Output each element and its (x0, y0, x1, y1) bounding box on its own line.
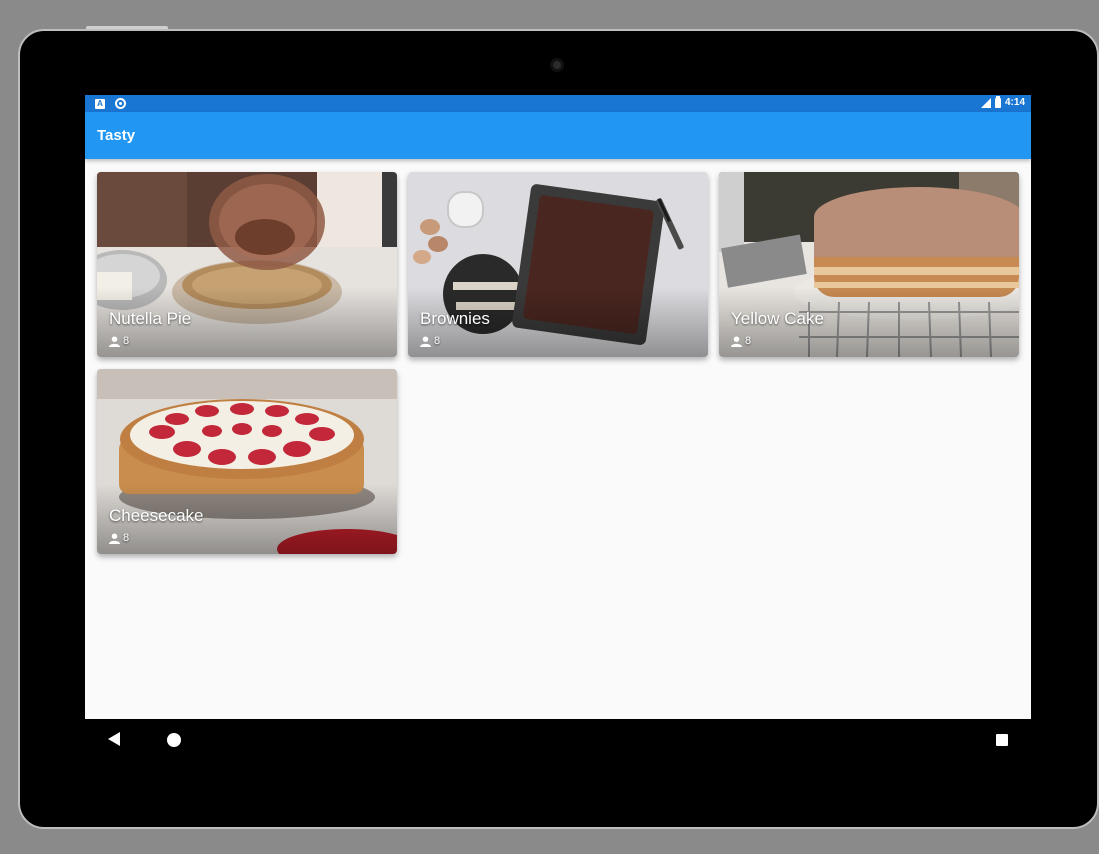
servings-count: 8 (434, 335, 441, 347)
device-screen: A 4:14 Tasty Nutella Pie 8 Brownies 8 Ye… (85, 95, 1031, 719)
recipe-title: Yellow Cake (731, 309, 824, 328)
person-icon (731, 335, 742, 347)
circle-icon (115, 98, 126, 109)
person-icon (109, 335, 120, 347)
recipe-card-brownies[interactable]: Brownies 8 (408, 172, 708, 357)
notification-icons: A (95, 98, 126, 109)
recipe-card-cheesecake[interactable]: Cheesecake 8 (97, 369, 397, 554)
recipe-servings: 8 (109, 532, 129, 544)
person-icon (109, 532, 120, 544)
battery-icon (994, 95, 1001, 108)
front-camera (550, 58, 564, 72)
recipe-servings: 8 (109, 335, 129, 347)
recipe-title: Brownies (420, 309, 490, 328)
person-icon (420, 335, 431, 347)
servings-count: 8 (123, 532, 130, 544)
recipe-servings: 8 (731, 335, 751, 347)
servings-count: 8 (123, 335, 130, 347)
app-bar: Tasty (85, 112, 1031, 159)
app-title: Tasty (97, 127, 136, 144)
navigation-bar (85, 719, 1031, 761)
system-icons: 4:14 (980, 95, 1025, 108)
recipe-card-yellow-cake[interactable]: Yellow Cake 8 (719, 172, 1019, 357)
recipe-title: Cheesecake (109, 506, 204, 525)
signal-icon (980, 97, 991, 108)
status-bar: A 4:14 (85, 95, 1031, 112)
recipe-card-nutella-pie[interactable]: Nutella Pie 8 (97, 172, 397, 357)
recipe-title: Nutella Pie (109, 309, 192, 328)
recipe-servings: 8 (420, 335, 440, 347)
status-time: 4:14 (1004, 97, 1025, 108)
servings-count: 8 (745, 335, 752, 347)
back-icon[interactable] (108, 732, 120, 746)
recents-icon[interactable] (996, 734, 1008, 746)
a-icon: A (95, 98, 105, 109)
home-icon[interactable] (167, 733, 181, 747)
